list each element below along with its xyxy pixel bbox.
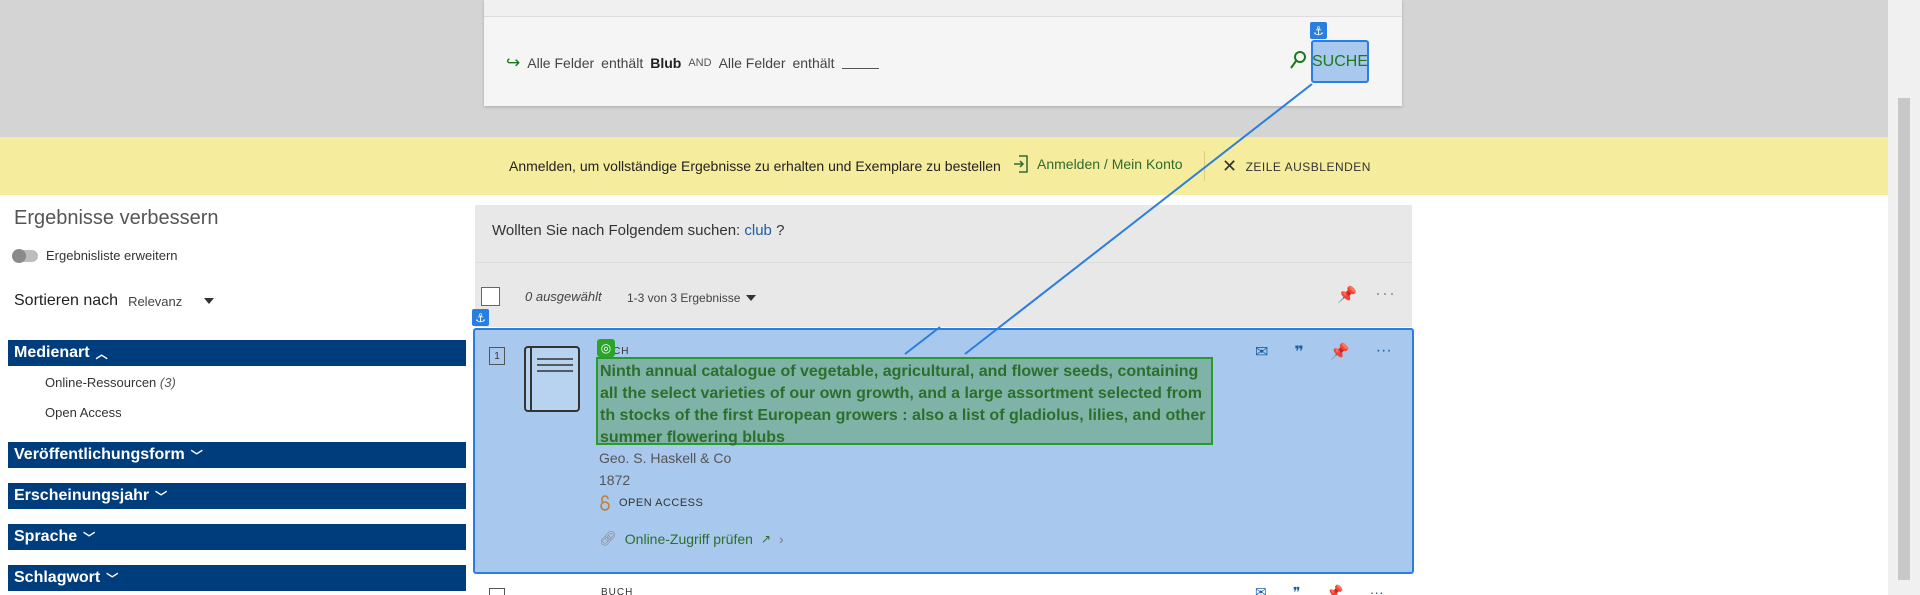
- facet-label: Veröffentlichungsform: [14, 446, 185, 463]
- search-icon: [1290, 51, 1306, 69]
- facet-item-count: (3): [159, 375, 176, 390]
- chevron-down-icon[interactable]: [204, 298, 215, 304]
- search-button[interactable]: SUCHE: [1311, 40, 1369, 83]
- query-term-2-blank: [841, 57, 879, 69]
- result-actions: ✉ ❞ 📌 ···: [1255, 584, 1384, 595]
- target-marker-icon: ◎: [597, 339, 615, 357]
- facet-erscheinungsjahr[interactable]: Erscheinungsjahr ﹀: [8, 483, 466, 509]
- chevron-right-icon: ›: [778, 530, 784, 547]
- results-toolbar: 0 ausgewählt 1-3 von 3 Ergebnisse 📌 ···: [475, 262, 1412, 327]
- query-field-2: Alle Felder: [718, 55, 786, 71]
- facet-sprache[interactable]: Sprache ﹀: [8, 524, 466, 550]
- open-lock-icon: [600, 495, 610, 511]
- result-number: [489, 588, 505, 595]
- result-number: 1: [489, 347, 505, 365]
- facet-veroeffentlichungsform[interactable]: Veröffentlichungsform ﹀: [8, 442, 466, 468]
- link-icon: 🔗︎: [599, 530, 617, 546]
- more-options-icon[interactable]: ···: [1370, 584, 1384, 595]
- external-link-icon: ↗: [760, 531, 771, 546]
- did-you-mean-suffix: ?: [776, 222, 785, 239]
- more-options-icon[interactable]: ···: [1375, 283, 1396, 304]
- search-card: ↪ Alle Felder enthält Blub AND Alle Feld…: [484, 0, 1402, 106]
- query-cond-1: enthält: [601, 55, 644, 71]
- facet-item-label: Online-Ressourcen: [45, 375, 157, 390]
- more-options-icon[interactable]: ···: [1376, 342, 1392, 362]
- login-banner: Anmelden, um vollständige Ergebnisse zu …: [0, 137, 1888, 195]
- chevron-down-icon: ﹀: [83, 530, 96, 545]
- query-summary: ↪ Alle Felder enthält Blub AND Alle Feld…: [506, 53, 879, 73]
- facet-medienart[interactable]: Medienart ︿: [8, 340, 466, 366]
- chevron-down-icon: ﹀: [155, 489, 168, 504]
- facet-item-label: Open Access: [45, 405, 122, 420]
- online-access-label: Online-Zugriff prüfen: [624, 530, 753, 547]
- book-icon: [524, 346, 580, 412]
- hide-row-button[interactable]: ✕ ZEILE AUSBLENDEN: [1222, 156, 1371, 177]
- selected-count: 0 ausgewählt: [525, 289, 602, 304]
- result-year: 1872: [599, 472, 631, 488]
- sort-value[interactable]: Relevanz: [128, 294, 182, 309]
- chevron-down-icon: ﹀: [190, 448, 203, 463]
- did-you-mean: Wollten Sie nach Folgendem suchen: club …: [475, 205, 1412, 262]
- banner-message: Anmelden, um vollständige Ergebnisse zu …: [509, 158, 1001, 174]
- facet-item-open-access[interactable]: Open Access: [45, 405, 122, 420]
- result-type: BUCH: [601, 587, 634, 595]
- result-item[interactable]: BUCH ✉ ❞ 📌 ···: [475, 578, 1412, 595]
- facet-item-online-ressourcen[interactable]: Online-Ressourcen (3): [45, 375, 176, 390]
- anchor-icon: ⚓: [1310, 22, 1327, 39]
- email-icon[interactable]: ✉: [1255, 584, 1267, 595]
- expand-results-label: Ergebnisliste erweitern: [46, 248, 178, 263]
- search-input-strip[interactable]: [484, 0, 1402, 17]
- citation-icon[interactable]: ❞: [1293, 584, 1301, 595]
- query-cond-2: enthält: [792, 55, 835, 71]
- expand-results-toggle-row[interactable]: Ergebnisliste erweitern: [12, 248, 178, 263]
- pin-icon[interactable]: 📌: [1337, 285, 1357, 305]
- open-access-badge: OPEN ACCESS: [599, 495, 703, 511]
- query-field-1: Alle Felder: [527, 55, 595, 71]
- pin-icon[interactable]: 📌: [1330, 342, 1350, 362]
- query-term-1: Blub: [650, 55, 682, 71]
- open-access-label: OPEN ACCESS: [619, 497, 704, 509]
- chevron-down-icon: ﹀: [106, 571, 119, 586]
- search-area: ↪ Alle Felder enthält Blub AND Alle Feld…: [0, 0, 1888, 137]
- login-label: Anmelden / Mein Konto: [1037, 156, 1183, 172]
- chevron-down-icon: [746, 295, 757, 301]
- facet-label: Medienart: [14, 344, 90, 361]
- facet-panel: Ergebnisse verbessern Ergebnisliste erwe…: [0, 195, 470, 595]
- scrollbar-thumb[interactable]: [1898, 98, 1910, 580]
- anchor-icon: ⚓: [472, 309, 489, 326]
- close-icon: ✕: [1222, 156, 1238, 176]
- login-link[interactable]: Anmelden / Mein Konto: [1013, 155, 1183, 173]
- sort-control[interactable]: Sortieren nach Relevanz: [14, 292, 215, 310]
- facet-schlagwort[interactable]: Schlagwort ﹀: [8, 565, 466, 591]
- results-count: 1-3 von 3 Ergebnisse: [627, 291, 741, 305]
- sign-in-icon: [1014, 155, 1028, 173]
- query-operator: AND: [688, 57, 712, 69]
- return-arrow-icon: ↪: [506, 53, 521, 72]
- select-all-checkbox[interactable]: [481, 287, 500, 306]
- sort-label: Sortieren nach: [14, 292, 119, 309]
- citation-icon[interactable]: ❞: [1294, 342, 1303, 362]
- pin-icon[interactable]: 📌: [1326, 584, 1343, 595]
- did-you-mean-prefix: Wollten Sie nach Folgendem suchen:: [492, 222, 741, 239]
- result-item[interactable]: 1 CH Ninth annual catalogue of vegetable…: [473, 328, 1414, 574]
- online-access-link[interactable]: 🔗︎ Online-Zugriff prüfen ↗ ›: [599, 530, 784, 547]
- banner-divider: [1204, 151, 1205, 181]
- email-icon[interactable]: ✉: [1255, 342, 1268, 362]
- results-count-dropdown[interactable]: 1-3 von 3 Ergebnisse: [627, 291, 757, 305]
- toggle-switch[interactable]: [12, 248, 38, 263]
- facet-label: Schlagwort: [14, 569, 101, 586]
- result-type: CH: [613, 346, 630, 357]
- chevron-up-icon: ︿: [95, 346, 108, 361]
- scrollbar[interactable]: [1888, 0, 1920, 595]
- facet-heading: Ergebnisse verbessern: [14, 207, 219, 229]
- result-title[interactable]: Ninth annual catalogue of vegetable, agr…: [596, 357, 1213, 446]
- result-publisher: Geo. S. Haskell & Co: [599, 450, 732, 466]
- hide-row-label: ZEILE AUSBLENDEN: [1245, 159, 1371, 174]
- did-you-mean-link[interactable]: club: [744, 222, 772, 239]
- facet-label: Sprache: [14, 528, 78, 545]
- result-actions: ✉ ❞ 📌 ···: [1255, 342, 1392, 362]
- facet-label: Erscheinungsjahr: [14, 487, 150, 504]
